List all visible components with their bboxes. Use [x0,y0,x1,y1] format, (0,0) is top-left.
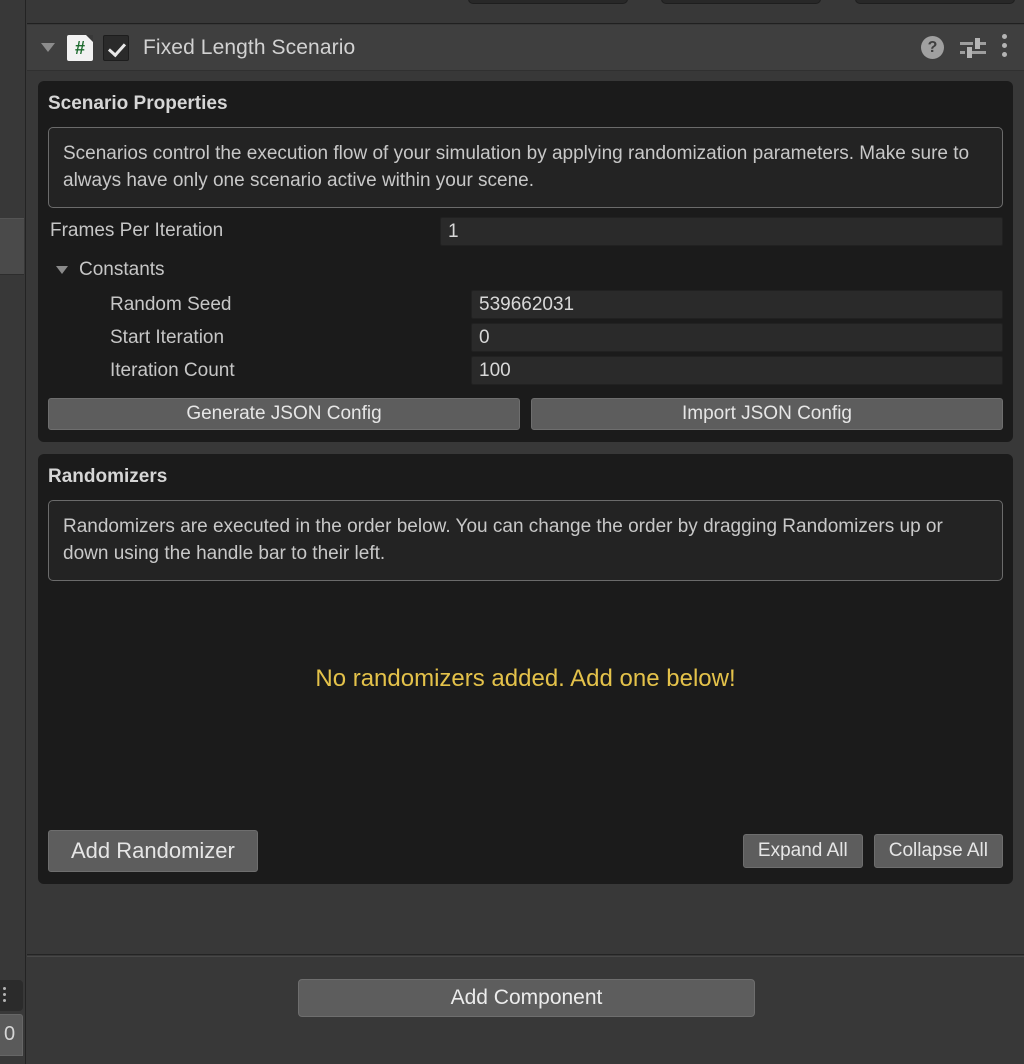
start-iteration-input[interactable]: 0 [471,323,1003,352]
add-component-button[interactable]: Add Component [298,979,755,1017]
expand-all-button[interactable]: Expand All [742,834,863,868]
help-icon[interactable]: ? [921,36,944,59]
scenario-properties-title: Scenario Properties [48,93,228,114]
constants-label: Constants [79,259,165,280]
randomizers-panel: Randomizers Randomizers are executed in … [38,454,1013,884]
expand-collapse-group: Expand All Collapse All [742,834,1003,868]
randomizer-action-row: Add Randomizer Expand All Collapse All [48,830,1003,872]
scenario-properties-panel: Scenario Properties Scenarios control th… [38,81,1013,442]
constants-foldout[interactable]: Constants [48,254,1003,286]
fixed-length-scenario-component: # Fixed Length Scenario ? Scenario Prope… [27,25,1024,955]
add-randomizer-button[interactable]: Add Randomizer [48,830,258,872]
inspector-footer: Add Component [27,956,1024,1064]
constants-foldout-arrow-icon[interactable] [56,266,68,274]
generate-json-config-button[interactable]: Generate JSON Config [48,398,520,430]
script-icon: # [67,34,93,61]
randomizers-title: Randomizers [48,466,168,487]
vertical-scrollbar-thumb[interactable] [0,218,24,275]
component-enabled-checkbox[interactable] [103,34,129,61]
frames-per-iteration-row: Frames Per Iteration 1 [48,216,1003,246]
component-title: Fixed Length Scenario [143,35,356,59]
start-iteration-row: Start Iteration 0 [48,323,1003,352]
top-cutoff-row [27,0,1024,24]
cutoff-field-stub-1 [468,0,628,4]
collapse-all-button[interactable]: Collapse All [873,834,1003,868]
left-gutter: 0 [0,0,26,1064]
foldout-arrow-icon[interactable] [41,43,55,52]
preset-icon[interactable] [960,37,986,59]
import-json-config-button[interactable]: Import JSON Config [531,398,1003,430]
random-seed-row: Random Seed 539662031 [48,290,1003,319]
frames-per-iteration-label: Frames Per Iteration [50,220,224,241]
scenario-help-box: Scenarios control the execution flow of … [48,127,1003,208]
randomizers-help-box: Randomizers are executed in the order be… [48,500,1003,581]
no-randomizers-message: No randomizers added. Add one below! [315,665,736,692]
random-seed-input[interactable]: 539662031 [471,290,1003,319]
more-options-icon[interactable] [1002,34,1008,61]
iteration-count-label: Iteration Count [110,359,235,381]
kebab-dots [3,987,6,1005]
component-body: Scenario Properties Scenarios control th… [27,71,1024,884]
partial-kebab-menu-icon[interactable] [0,980,23,1011]
partial-numeric-field[interactable]: 0 [0,1014,23,1056]
iteration-count-input[interactable]: 100 [471,356,1003,385]
frames-per-iteration-input[interactable]: 1 [440,216,1003,246]
component-header[interactable]: # Fixed Length Scenario ? [27,25,1024,71]
start-iteration-label: Start Iteration [110,326,225,348]
json-config-button-row: Generate JSON Config Import JSON Config [48,398,1003,430]
random-seed-label: Random Seed [110,293,232,315]
header-icon-group: ? [921,34,1014,61]
iteration-count-row: Iteration Count 100 [48,356,1003,385]
cutoff-field-stub-3 [855,0,1015,4]
cutoff-field-stub-2 [661,0,821,4]
